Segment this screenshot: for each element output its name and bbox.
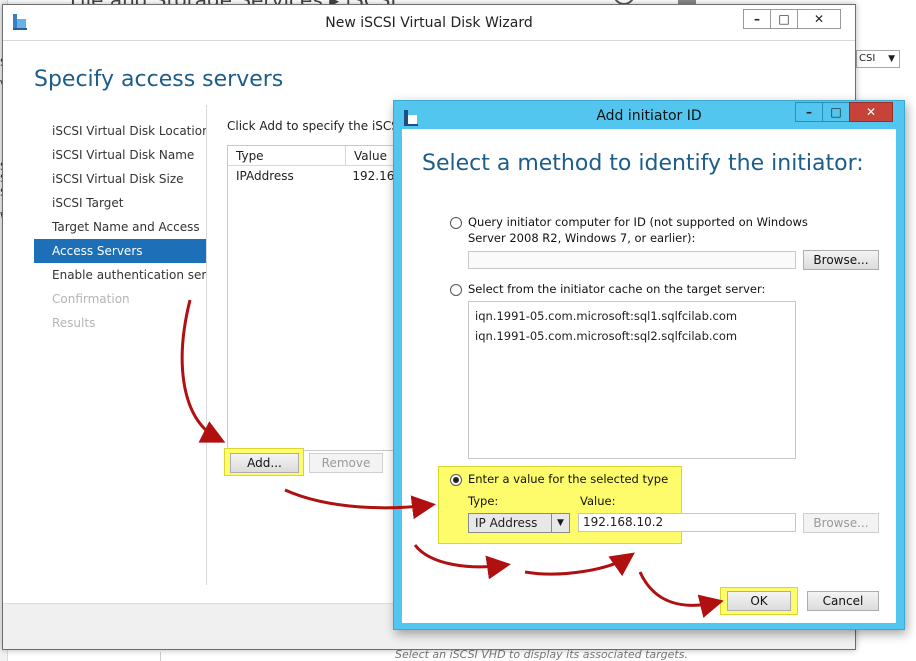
remove-button: Remove: [309, 453, 383, 473]
query-initiator-label: Query initiator computer for ID (not sup…: [468, 215, 808, 245]
type-label: Type:: [468, 494, 499, 508]
server-manager-dropdown[interactable]: CSI: [856, 50, 900, 68]
initiator-cache-label: Select from the initiator cache on the t…: [468, 282, 766, 296]
minimize-button[interactable]: –: [743, 9, 771, 29]
wizard-window-buttons: – □ ✕: [743, 9, 841, 29]
nav-divider: [206, 105, 207, 585]
dialog-titlebar[interactable]: Add initiator ID – □ ✕: [394, 101, 904, 129]
access-servers-list[interactable]: Type Value IPAddress 192.168: [227, 145, 403, 451]
minimize-button[interactable]: –: [795, 102, 823, 122]
nav-step-target-name[interactable]: Target Name and Access: [34, 215, 206, 239]
nav-step-disk-size[interactable]: iSCSI Virtual Disk Size: [34, 167, 206, 191]
nav-step-access-servers[interactable]: Access Servers: [34, 239, 206, 263]
nav-step-results: Results: [52, 316, 96, 330]
column-header-value[interactable]: Value: [346, 146, 387, 165]
nav-step-iscsi-target[interactable]: iSCSI Target: [34, 191, 206, 215]
type-select[interactable]: IP Address ▼: [468, 513, 570, 533]
radio-initiator-cache[interactable]: [450, 284, 462, 296]
cancel-button[interactable]: Cancel: [807, 591, 879, 611]
divider: [160, 652, 161, 661]
value-browse-button: Browse...: [803, 513, 879, 533]
dialog-window-buttons: – □ ✕: [795, 102, 893, 122]
close-button[interactable]: ✕: [797, 9, 841, 29]
nav-step-disk-location[interactable]: iSCSI Virtual Disk Location: [34, 119, 206, 143]
radio-enter-value[interactable]: [450, 474, 462, 486]
query-initiator-input[interactable]: [468, 251, 796, 269]
nav-step-confirmation: Confirmation: [52, 292, 130, 306]
column-header-type[interactable]: Type: [228, 146, 346, 165]
radio-query-initiator[interactable]: [450, 217, 462, 229]
page-title: Specify access servers: [34, 67, 284, 92]
list-header: Type Value: [228, 146, 402, 166]
instruction-text: Click Add to specify the iSCSI in: [227, 119, 418, 133]
close-button[interactable]: ✕: [849, 102, 893, 122]
query-browse-button[interactable]: Browse...: [803, 250, 879, 270]
initiator-cache-list[interactable]: iqn.1991-05.com.microsoft:sql1.sqlfcilab…: [468, 301, 796, 459]
dialog-body: Select a method to identify the initiato…: [402, 129, 896, 623]
add-initiator-id-dialog: Add initiator ID – □ ✕ Select a method t…: [393, 100, 905, 630]
value-input[interactable]: 192.168.10.2: [578, 513, 796, 532]
nav-step-disk-name[interactable]: iSCSI Virtual Disk Name: [34, 143, 206, 167]
notification-count: 1: [682, 0, 688, 1]
wizard-step-nav: iSCSI Virtual Disk Location iSCSI Virtua…: [34, 119, 206, 335]
maximize-button[interactable]: □: [770, 9, 798, 29]
list-item[interactable]: iqn.1991-05.com.microsoft:sql1.sqlfcilab…: [469, 306, 795, 326]
wizard-title: New iSCSI Virtual Disk Wizard: [325, 15, 533, 31]
wizard-titlebar[interactable]: New iSCSI Virtual Disk Wizard – □ ✕: [3, 5, 855, 41]
dialog-heading: Select a method to identify the initiato…: [422, 151, 864, 176]
type-select-value: IP Address: [475, 516, 538, 530]
chevron-down-icon[interactable]: ▼: [551, 514, 569, 532]
add-button[interactable]: Add...: [230, 453, 299, 473]
table-row[interactable]: IPAddress 192.168: [228, 166, 402, 186]
enter-value-label: Enter a value for the selected type: [468, 472, 669, 486]
list-item[interactable]: iqn.1991-05.com.microsoft:sql2.sqlfcilab…: [469, 326, 795, 346]
cell-type: IPAddress: [236, 169, 294, 183]
value-label: Value:: [580, 494, 616, 508]
ok-button[interactable]: OK: [727, 591, 791, 611]
nav-step-authentication[interactable]: Enable authentication ser...: [34, 263, 206, 287]
maximize-button[interactable]: □: [822, 102, 850, 122]
